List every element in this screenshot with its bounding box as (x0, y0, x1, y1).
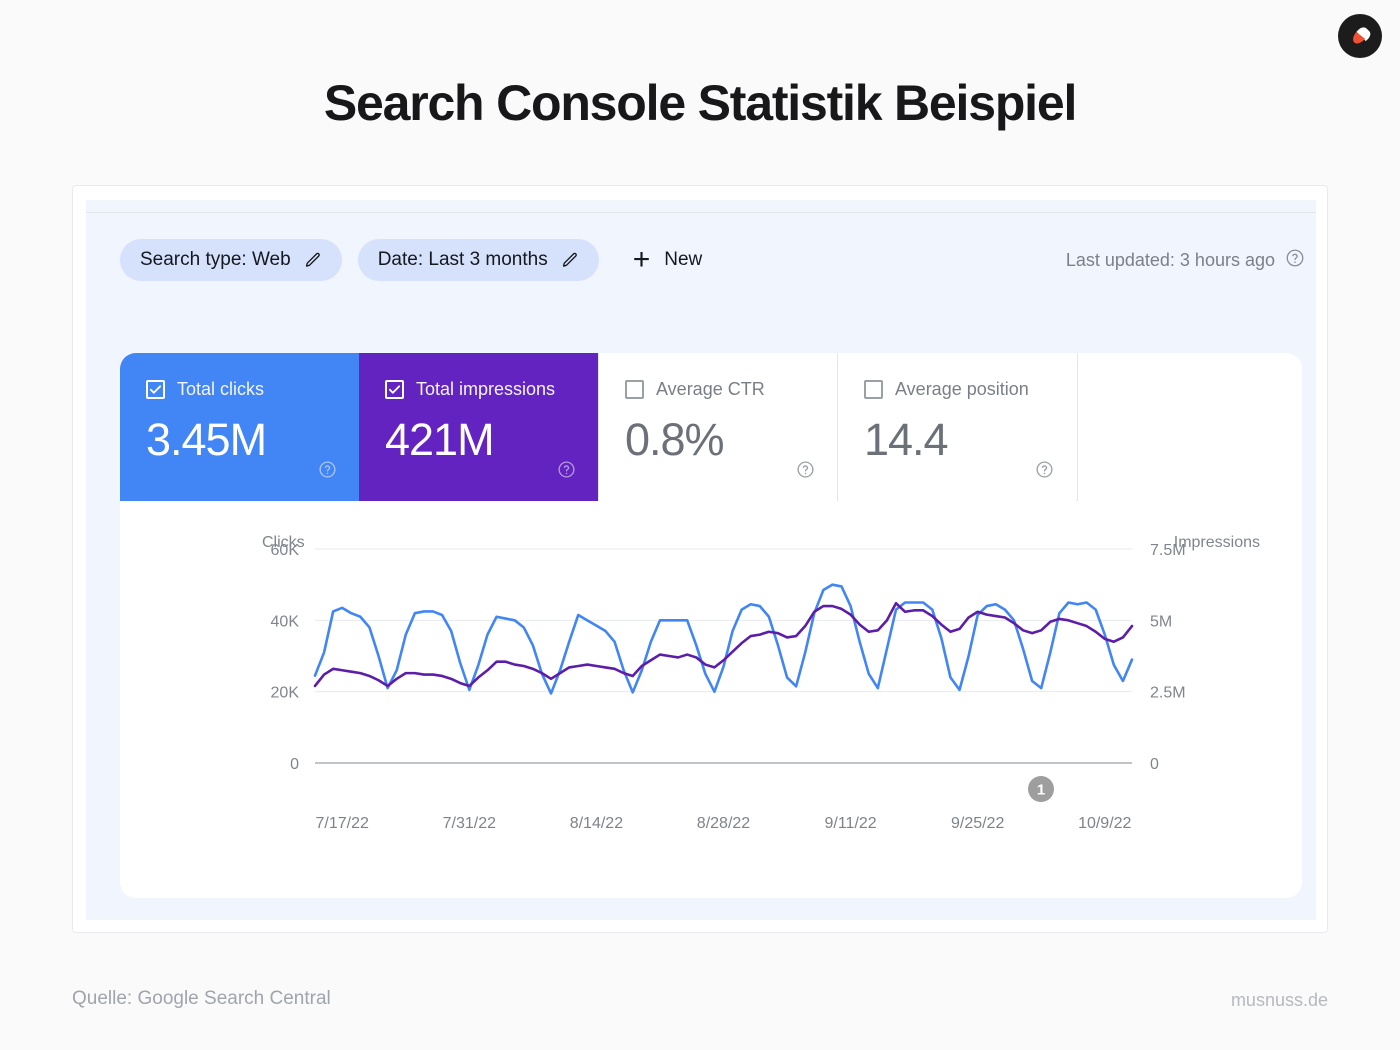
metric-value: 0.8% (625, 414, 725, 465)
checkbox-checked-icon[interactable] (385, 380, 404, 399)
metric-value: 3.45M (146, 414, 267, 465)
series-line-total-clicks (313, 583, 1134, 695)
x-tick-label: 9/11/22 (824, 815, 876, 832)
y-tick-label: 40K (271, 613, 300, 630)
poster-canvas: Search Console Statistik Beispiel Search… (0, 0, 1400, 1050)
pencil-icon[interactable] (560, 251, 579, 270)
metric-tab-average-position[interactable]: Average position 14.4 (837, 353, 1076, 501)
checkbox-checked-icon[interactable] (146, 380, 165, 399)
toolbar-divider (86, 212, 1316, 213)
x-tick-label: 8/14/22 (570, 815, 623, 832)
filter-chip-search-type[interactable]: Search type: Web (120, 239, 342, 281)
metric-tab-average-ctr[interactable]: Average CTR 0.8% (598, 353, 837, 501)
y2-tick-label: 0 (1150, 756, 1159, 773)
page-title: Search Console Statistik Beispiel (323, 75, 1078, 131)
metric-header: Average CTR (625, 379, 815, 400)
metric-value: 421M (385, 414, 495, 465)
metric-tab-total-impressions[interactable]: Total impressions 421M (359, 353, 598, 501)
x-tick-label: 7/31/22 (443, 815, 496, 832)
y2-tick-label: 2.5M (1150, 685, 1186, 702)
metric-tabs: Total clicks 3.45M Total impressions 421… (120, 353, 1078, 501)
last-updated: Last updated: 3 hours ago (1066, 248, 1305, 273)
metric-header: Average position (864, 379, 1054, 400)
screenshot-frame: Search type: Web Date: Last 3 months + N (72, 185, 1328, 933)
y-tick-label: 20K (271, 685, 300, 702)
question-circle-icon[interactable] (1035, 460, 1054, 479)
y-tick-label: 0 (290, 756, 299, 773)
metric-label: Average position (895, 379, 1029, 399)
filter-toolbar: Search type: Web Date: Last 3 months + N (120, 238, 1305, 282)
metric-label: Total clicks (177, 379, 265, 399)
y-tick-label: 60K (271, 542, 300, 559)
metric-header: Total impressions (385, 379, 576, 400)
question-circle-icon[interactable] (1285, 248, 1305, 273)
checkbox-unchecked-icon[interactable] (625, 380, 644, 399)
y2-tick-label: 5M (1150, 613, 1172, 630)
new-filter-button[interactable]: + New (633, 245, 703, 275)
question-circle-icon[interactable] (318, 460, 337, 479)
question-circle-icon[interactable] (557, 460, 576, 479)
new-filter-label: New (664, 249, 703, 270)
performance-chart: Clicks Impressions 0 0 20K 2.5M 40K 5M 60K 7.5M… (120, 501, 1302, 898)
filter-chip-date[interactable]: Date: Last 3 months (357, 239, 599, 281)
y2-tick-label: 7.5M (1150, 542, 1186, 559)
metric-value: 14.4 (864, 414, 949, 465)
metric-label: Average CTR (656, 379, 765, 399)
x-tick-label: 8/28/22 (697, 815, 750, 832)
acorn-logo (1338, 14, 1382, 58)
question-circle-icon[interactable] (796, 460, 815, 479)
metric-header: Total clicks (146, 379, 337, 400)
metric-label: Total impressions (416, 379, 556, 399)
filter-chip-search-type-label: Search type: Web (140, 249, 291, 270)
filter-chip-date-label: Date: Last 3 months (377, 249, 548, 270)
metric-tab-total-clicks[interactable]: Total clicks 3.45M (120, 353, 359, 501)
source-caption: Quelle: Google Search Central (72, 988, 331, 1009)
last-updated-text: Last updated: 3 hours ago (1065, 249, 1275, 270)
x-tick-label: 10/9/22 (1078, 815, 1131, 832)
x-tick-label: 7/17/22 (316, 815, 369, 832)
chart-svg: 0 0 20K 2.5M 40K 5M 60K 7.5M 7/17/22 7/31/22 8/14/… (271, 542, 1186, 832)
pencil-icon[interactable] (303, 251, 322, 270)
annotation-badge-label: 1 (1037, 782, 1045, 799)
site-watermark: musnuss.de (1230, 990, 1328, 1010)
x-tick-label: 9/25/22 (951, 815, 1004, 832)
plus-icon: + (632, 243, 651, 276)
performance-card: Total clicks 3.45M Total impressions 421… (120, 353, 1302, 898)
checkbox-unchecked-icon[interactable] (864, 380, 883, 399)
